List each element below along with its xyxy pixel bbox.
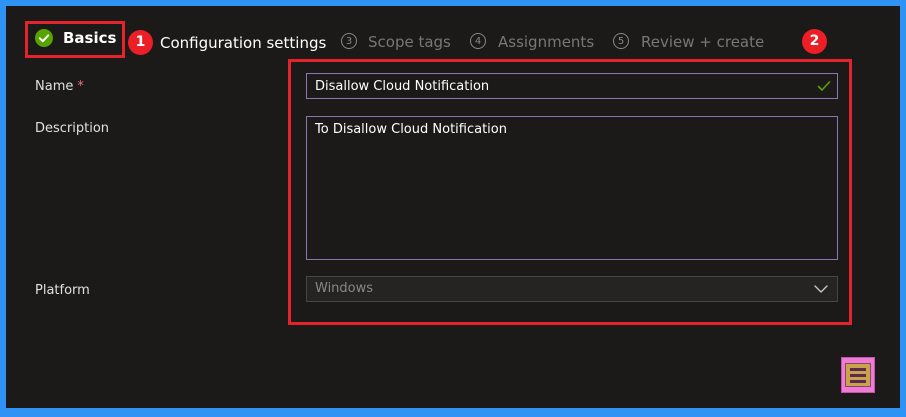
description-textarea[interactable]: To Disallow Cloud Notification [306,116,838,260]
platform-label: Platform [35,283,90,298]
check-circle-icon [35,29,53,47]
tab-assignments[interactable]: Assignments [498,32,594,52]
platform-selected-value: Windows [315,281,374,296]
logo-icon [841,357,875,393]
tab-configuration-settings[interactable]: Configuration settings [160,33,326,53]
name-label-text: Name [35,79,74,94]
step-number-4: 4 [470,33,486,49]
required-indicator: * [77,79,84,94]
platform-select[interactable]: Windows [306,276,838,302]
tab-basics-label: Basics [63,29,117,47]
annotation-badge-2: 2 [802,29,827,54]
tab-basics[interactable]: Basics [30,24,120,50]
tab-review-create[interactable]: Review + create [641,32,764,52]
tab-scope-tags[interactable]: Scope tags [368,32,451,52]
name-input[interactable] [306,73,838,99]
step-number-3: 3 [341,33,357,49]
step-badge-1: 1 [128,30,153,55]
name-label: Name * [35,78,84,96]
logo-inner [845,363,871,387]
description-label: Description [35,121,110,136]
chevron-down-icon [814,285,828,293]
step-number-5: 5 [613,33,629,49]
check-icon [817,81,831,91]
wizard-panel: Basics 1 Configuration settings 3 Scope … [6,6,900,408]
